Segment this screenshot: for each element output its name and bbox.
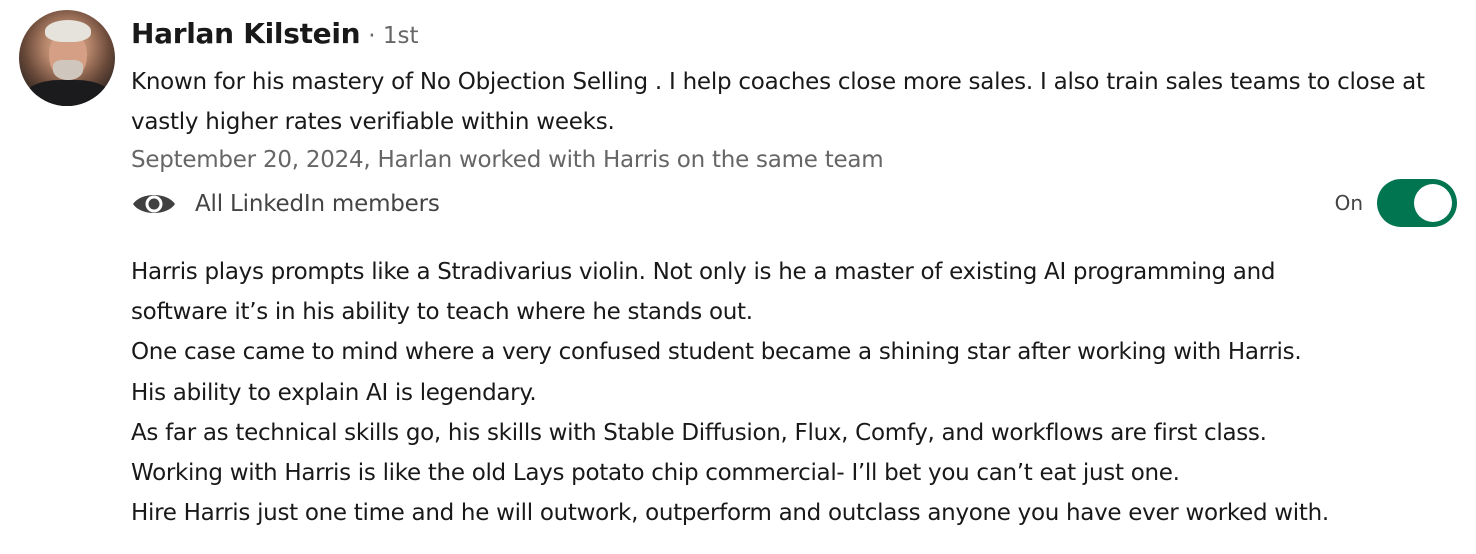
recommendation-text: Harris plays prompts like a Stradivarius… (131, 252, 1466, 533)
recommendation-line: Working with Harris is like the old Lays… (131, 460, 1180, 487)
recommendation-line: As far as technical skills go, his skill… (131, 419, 1267, 446)
visibility-toggle-group: On (1335, 178, 1457, 228)
recommendation-line: software it’s in his ability to teach wh… (131, 299, 753, 326)
recommendation-line: One case came to mind where a very confu… (131, 339, 1302, 366)
connection-degree: · 1st (368, 23, 419, 49)
recommendation-line: Harris plays prompts like a Stradivarius… (131, 259, 1276, 285)
recommendation-meta: September 20, 2024, Harlan worked with H… (131, 147, 884, 173)
eye-icon (133, 195, 175, 213)
toggle-label: On (1334, 191, 1363, 215)
profile-headline: Known for his mastery of No Objection Se… (131, 69, 1425, 135)
profile-name[interactable]: Harlan Kilstein (131, 17, 361, 50)
avatar-hair (45, 20, 91, 42)
toggle-knob (1414, 184, 1452, 222)
visibility-row: All LinkedIn members (131, 183, 440, 225)
recommendation-line: Hire Harris just one time and he will ou… (131, 500, 1329, 527)
avatar-shirt (25, 80, 111, 106)
recommendation-line: His ability to explain AI is legendary. (131, 379, 537, 406)
avatar-beard (53, 60, 83, 80)
avatar[interactable] (19, 10, 115, 106)
name-row: Harlan Kilstein · 1st (131, 17, 419, 57)
visibility-label: All LinkedIn members (195, 191, 440, 217)
visibility-toggle[interactable] (1377, 179, 1457, 227)
